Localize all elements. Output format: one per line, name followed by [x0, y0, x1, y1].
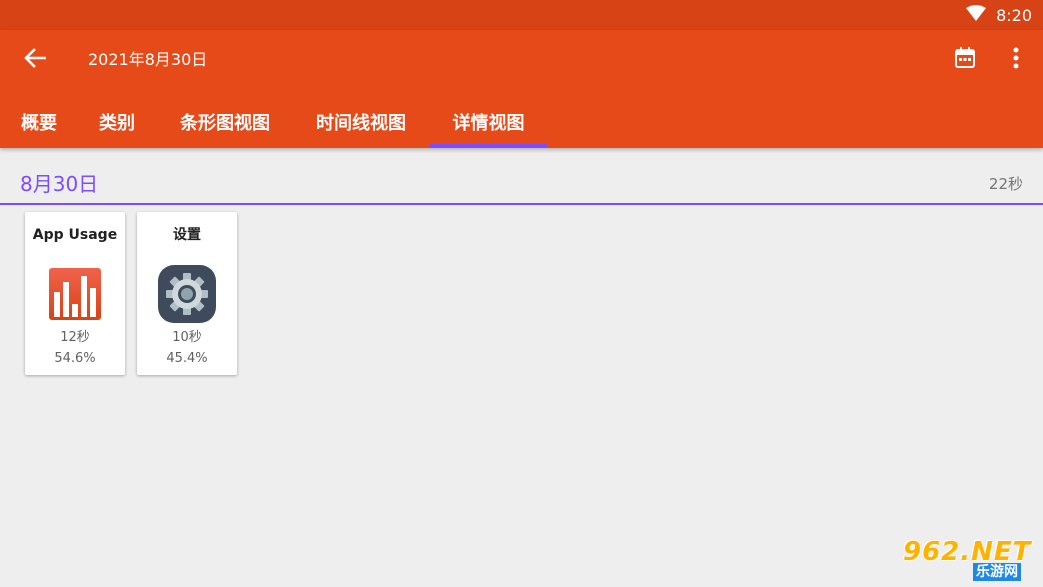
- day-divider: [0, 203, 1043, 205]
- calendar-icon: [953, 46, 977, 74]
- app-bar: 2021年8月30日 概要 类别 条形图视图 时间线视图 详情视图: [0, 30, 1043, 148]
- page-title: 2021年8月30日: [88, 50, 208, 69]
- app-card-app-usage[interactable]: App Usage 12秒 54.6%: [25, 212, 125, 375]
- day-header: 8月30日 22秒: [0, 148, 1043, 205]
- watermark-logo: 962.NET 乐游网: [903, 537, 1035, 581]
- settings-gear-icon: [157, 264, 217, 324]
- status-time: 8:20: [996, 5, 1032, 25]
- arrow-back-icon: [24, 48, 47, 72]
- tab-detail-view[interactable]: 详情视图: [430, 96, 547, 148]
- status-bar: 8:20: [0, 0, 1043, 30]
- app-card-settings[interactable]: 设置 10秒 45.4%: [137, 212, 237, 375]
- back-button[interactable]: [20, 47, 50, 73]
- tab-bar-chart-view[interactable]: 条形图视图: [166, 96, 284, 148]
- wifi-icon: [966, 5, 987, 25]
- calendar-button[interactable]: [950, 45, 980, 75]
- tab-overview[interactable]: 概要: [10, 96, 68, 148]
- tab-timeline-view[interactable]: 时间线视图: [302, 96, 420, 148]
- more-vert-icon: [1013, 47, 1019, 73]
- tab-categories[interactable]: 类别: [88, 96, 146, 148]
- tab-bar: 概要 类别 条形图视图 时间线视图 详情视图: [0, 96, 1043, 148]
- app-usage-icon: [45, 264, 105, 324]
- app-name: 设置: [173, 227, 201, 243]
- app-usage-time: 12秒: [60, 330, 90, 345]
- app-name: App Usage: [32, 227, 118, 243]
- app-usage-percent: 45.4%: [166, 351, 208, 366]
- day-total-time: 22秒: [988, 175, 1023, 193]
- app-usage-percent: 54.6%: [54, 351, 96, 366]
- more-options-button[interactable]: [1003, 45, 1029, 75]
- status-right: 8:20: [966, 0, 1032, 30]
- watermark-subtext: 乐游网: [973, 563, 1021, 581]
- day-date: 8月30日: [20, 172, 99, 196]
- app-usage-time: 10秒: [172, 330, 202, 345]
